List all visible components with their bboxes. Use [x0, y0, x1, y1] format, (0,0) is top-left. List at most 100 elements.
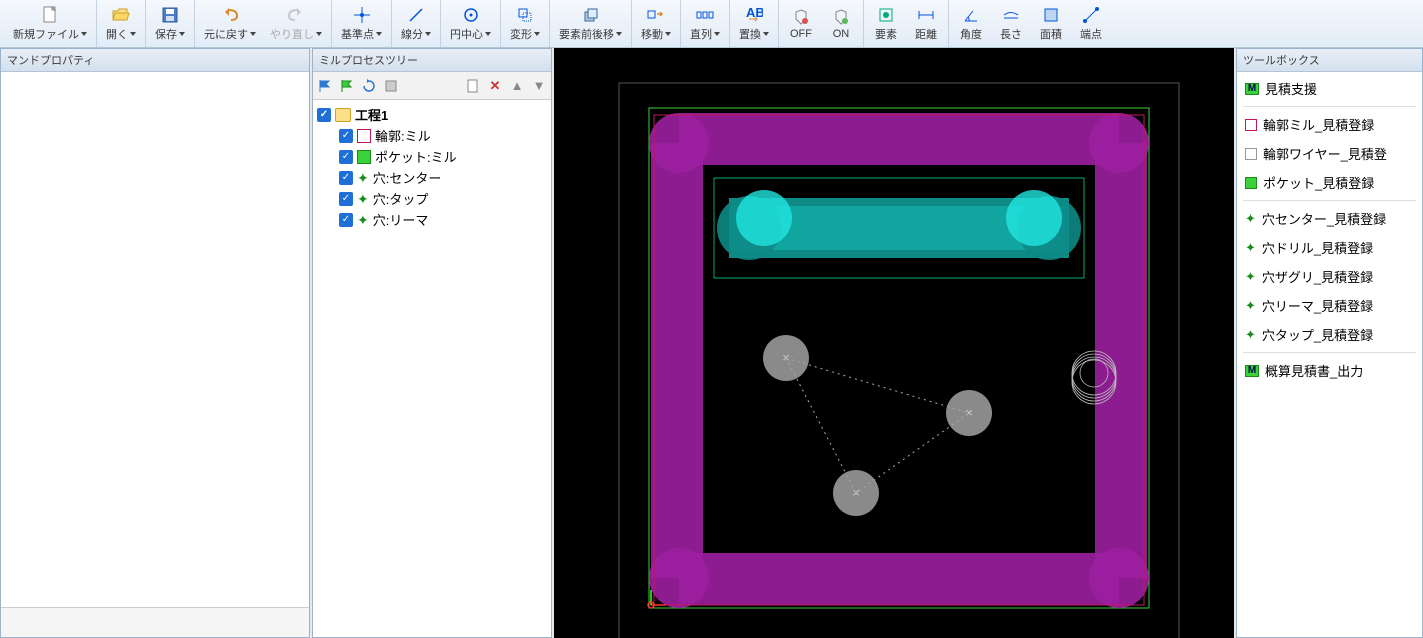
length-button[interactable]: 長さ	[991, 3, 1031, 45]
off-button[interactable]: OFF	[781, 5, 821, 43]
chevron-down-icon	[425, 32, 431, 36]
tree-stop-icon[interactable]	[383, 78, 399, 94]
transform-button[interactable]: 変形	[503, 3, 547, 45]
on-button[interactable]: ON	[821, 5, 861, 43]
toolbox-item-label: 輪郭ミル_見積登録	[1263, 115, 1374, 134]
array-button[interactable]: 直列	[683, 3, 727, 45]
tree-item-pocket[interactable]: ポケット:ミル	[315, 146, 549, 167]
chevron-down-icon	[763, 32, 769, 36]
mill-process-tree-header: ミルプロセスツリー	[313, 49, 551, 72]
open-icon	[112, 6, 130, 24]
tree-flag2-icon[interactable]	[339, 78, 355, 94]
toolbox-drill-drill[interactable]: 穴ドリル_見積登録	[1237, 233, 1422, 262]
drill-icon	[1245, 240, 1256, 256]
checkbox-icon[interactable]	[339, 150, 353, 164]
toolbox-drill-counterbore[interactable]: 穴ザグリ_見積登録	[1237, 262, 1422, 291]
open-button[interactable]: 開く	[99, 3, 143, 45]
line-icon	[407, 6, 425, 24]
tree-delete-icon[interactable]: ✕	[487, 78, 503, 94]
toolbox-item-label: 穴ドリル_見積登録	[1262, 238, 1373, 257]
chevron-down-icon	[179, 32, 185, 36]
tree-flag1-icon[interactable]	[317, 78, 333, 94]
chevron-down-icon	[714, 32, 720, 36]
chevron-down-icon	[485, 32, 491, 36]
area-icon	[1042, 6, 1060, 24]
tree-new-icon[interactable]	[465, 78, 481, 94]
checkbox-icon[interactable]	[317, 108, 331, 122]
toolbox-contour-wire[interactable]: 輪郭ワイヤー_見積登	[1237, 139, 1422, 168]
toolbox-section-header[interactable]: 見積支援	[1237, 74, 1422, 103]
redo-icon	[287, 6, 305, 24]
drill-icon	[1245, 211, 1256, 227]
drill-icon	[357, 213, 369, 227]
new-file-button[interactable]: 新規ファイル	[6, 3, 94, 45]
redo-button[interactable]: やり直し	[263, 3, 329, 45]
area-button[interactable]: 面積	[1031, 3, 1071, 45]
save-icon	[161, 6, 179, 24]
toolbox-item-label: 穴センター_見積登録	[1262, 209, 1386, 228]
checkbox-icon[interactable]	[339, 129, 353, 143]
command-properties-body	[1, 72, 309, 607]
toolbox-drill-tap[interactable]: 穴タップ_見積登録	[1237, 320, 1422, 349]
folder-icon	[335, 108, 351, 122]
chevron-down-icon	[81, 32, 87, 36]
toolbox-item-label: 穴リーマ_見積登録	[1262, 296, 1373, 315]
contour-icon	[1245, 119, 1257, 131]
tree-root-label: 工程1	[355, 105, 388, 124]
line-button[interactable]: 線分	[394, 3, 438, 45]
tree-item-label: 輪郭:ミル	[375, 126, 431, 145]
toolbox-header-label: 見積支援	[1265, 79, 1317, 98]
circle-center-button[interactable]: 円中心	[443, 3, 498, 45]
move-button[interactable]: 移動	[634, 3, 678, 45]
m-icon	[1245, 365, 1259, 377]
tree-item-contour[interactable]: 輪郭:ミル	[315, 125, 549, 146]
separator	[1243, 200, 1416, 201]
replace-button[interactable]: AB 置換	[732, 3, 776, 45]
toolbox-output[interactable]: 概算見積書_出力	[1237, 356, 1422, 385]
replace-icon: AB	[745, 6, 763, 24]
distance-button[interactable]: 距離	[906, 3, 946, 45]
elem-order-button[interactable]: 要素前後移	[552, 3, 629, 45]
on-icon	[832, 8, 850, 26]
chevron-down-icon	[130, 32, 136, 36]
endpoint-button[interactable]: 端点	[1071, 3, 1111, 45]
checkbox-icon[interactable]	[339, 213, 353, 227]
save-button[interactable]: 保存	[148, 3, 192, 45]
checkbox-icon[interactable]	[339, 171, 353, 185]
tree-item-label: 穴:リーマ	[373, 210, 429, 229]
element-button[interactable]: 要素	[866, 3, 906, 45]
chevron-down-icon	[665, 32, 671, 36]
checkbox-icon[interactable]	[339, 192, 353, 206]
array-icon	[696, 6, 714, 24]
angle-button[interactable]: 角度	[951, 3, 991, 45]
command-properties-header: マンドプロパティ	[1, 49, 309, 72]
tree-item-drill-center[interactable]: 穴:センター	[315, 167, 549, 188]
separator	[1243, 106, 1416, 107]
chevron-down-icon	[250, 32, 256, 36]
toolbox-item-label: 穴ザグリ_見積登録	[1262, 267, 1373, 286]
toolbox-drill-center[interactable]: 穴センター_見積登録	[1237, 204, 1422, 233]
undo-button[interactable]: 元に戻す	[197, 3, 263, 45]
toolbox-contour-mill[interactable]: 輪郭ミル_見積登録	[1237, 110, 1422, 139]
tree-up-icon[interactable]: ▲	[509, 78, 525, 94]
toolbox-pocket[interactable]: ポケット_見積登録	[1237, 168, 1422, 197]
undo-icon	[221, 6, 239, 24]
tree-item-drill-reamer[interactable]: 穴:リーマ	[315, 209, 549, 230]
toolbox-item-label: 穴タップ_見積登録	[1262, 325, 1373, 344]
tree-down-icon[interactable]: ▼	[531, 78, 547, 94]
toolbox-drill-reamer[interactable]: 穴リーマ_見積登録	[1237, 291, 1422, 320]
tree-toolbar: ✕ ▲ ▼	[313, 72, 551, 100]
svg-text:×: ×	[782, 350, 790, 365]
length-icon	[1002, 6, 1020, 24]
base-point-button[interactable]: 基準点	[334, 3, 389, 45]
tree-item-drill-tap[interactable]: 穴:タップ	[315, 188, 549, 209]
transform-icon	[516, 6, 534, 24]
tree-item-label: 穴:センター	[373, 168, 442, 187]
new-file-icon	[41, 6, 59, 24]
tree-refresh-icon[interactable]	[361, 78, 377, 94]
drawing-canvas[interactable]: × × ×	[554, 48, 1234, 638]
tree-root[interactable]: 工程1	[315, 104, 549, 125]
chevron-down-icon	[376, 32, 382, 36]
drill-icon	[1245, 298, 1256, 314]
svg-text:×: ×	[852, 485, 860, 500]
